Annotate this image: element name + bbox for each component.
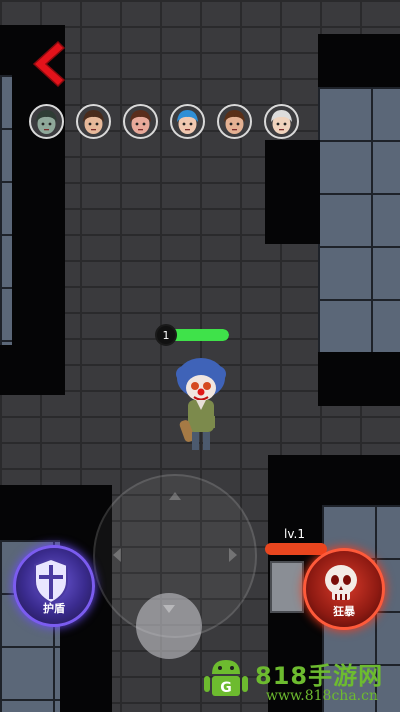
shield-skill-label: 护盾 bbox=[43, 602, 65, 615]
player-health: 1 bbox=[155, 324, 229, 346]
player-hp-fill bbox=[169, 329, 229, 341]
arrow-down-icon bbox=[163, 605, 175, 613]
joystick-knob[interactable] bbox=[136, 593, 202, 659]
site-watermark: G 818手游网 www.818cha.cn bbox=[200, 650, 400, 712]
survivor-avatar[interactable] bbox=[264, 104, 299, 139]
enemy-level-label: lv.1 bbox=[284, 527, 305, 541]
survivor-roster bbox=[29, 104, 299, 139]
shield-skill-button[interactable]: 护盾 bbox=[13, 545, 95, 627]
floor-tiles-right-upper bbox=[318, 87, 400, 352]
rage-skill-button[interactable]: 狂暴 bbox=[303, 548, 385, 630]
watermark-badge-letter: G bbox=[220, 680, 232, 696]
arrow-up-icon bbox=[169, 492, 181, 500]
survivor-avatar[interactable] bbox=[29, 104, 64, 139]
survivor-avatar[interactable] bbox=[76, 104, 111, 139]
player-hp-bar bbox=[169, 329, 229, 341]
floor-tiles-left-upper bbox=[0, 75, 12, 345]
rage-skill-label: 狂暴 bbox=[333, 605, 355, 618]
watermark-url: www.818cha.cn bbox=[266, 688, 378, 704]
survivor-avatar[interactable] bbox=[217, 104, 252, 139]
arrow-left-icon bbox=[113, 548, 121, 562]
player-level-badge: 1 bbox=[155, 324, 177, 346]
back-button[interactable] bbox=[28, 40, 68, 88]
chevron-left-icon bbox=[32, 40, 66, 88]
player-character bbox=[170, 356, 232, 456]
survivor-avatar[interactable] bbox=[170, 104, 205, 139]
door bbox=[270, 561, 304, 613]
watermark-site-name: 818手游网 bbox=[255, 662, 384, 690]
android-robot-icon: G bbox=[204, 660, 248, 696]
arrow-right-icon bbox=[229, 548, 237, 562]
survivor-avatar[interactable] bbox=[123, 104, 158, 139]
wall-right-mid bbox=[265, 140, 320, 244]
